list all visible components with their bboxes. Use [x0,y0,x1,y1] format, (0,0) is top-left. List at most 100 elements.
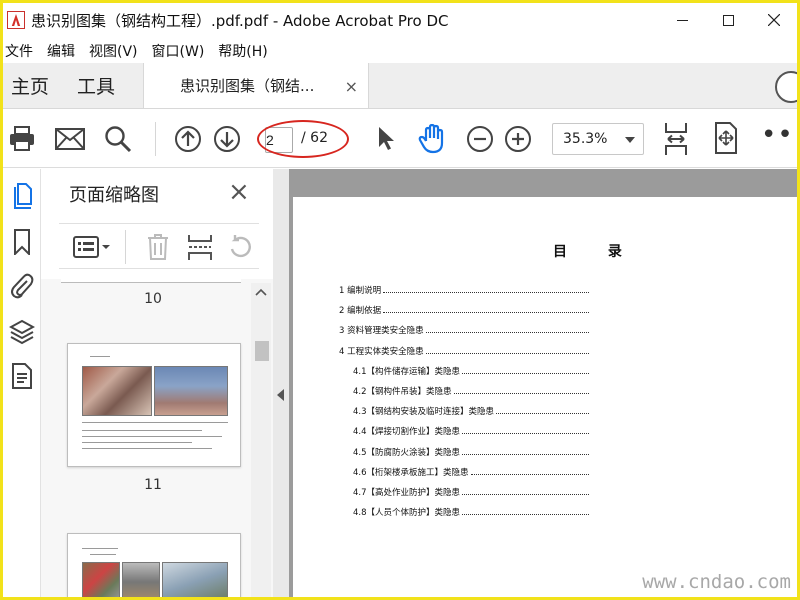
toc-leader-dots [383,286,589,293]
zoom-in-button[interactable] [503,124,533,154]
toc-entry[interactable]: 4.1【构件储存运输】类隐患 [353,365,589,377]
rotate-page-button[interactable] [225,232,255,262]
thumbnail-text-line [82,548,118,549]
toc-leader-dots [425,347,589,354]
fit-width-button[interactable] [661,122,691,156]
delete-page-button[interactable] [143,232,173,262]
toc-entry[interactable]: 4.5【防腐防火涂装】类隐患 [353,446,589,458]
thumbnails-scrollbar[interactable] [251,283,271,597]
maximize-icon [722,14,734,26]
thumbnail-toolbar [59,223,259,269]
watermark-text: www.cndao.com [642,571,791,593]
maximize-button[interactable] [705,3,751,37]
close-window-button[interactable] [751,3,797,37]
help-icon[interactable] [775,71,797,103]
thumbnail-options-button[interactable] [73,232,113,262]
find-button[interactable] [103,124,133,154]
menu-file[interactable]: 文件 [3,41,41,61]
bookmark-icon [14,229,30,255]
next-page-button[interactable] [212,124,242,154]
toc-leader-dots [383,306,589,314]
toc-title: 目 录 [553,244,640,260]
zoom-dropdown[interactable]: 35.3% [552,123,644,155]
toc-entry[interactable]: 4.4【焊接切割作业】类隐患 [353,425,589,437]
close-tab-button[interactable]: × [345,77,358,96]
toc-entry[interactable]: 4.6【桁架楼承板施工】类隐患 [353,466,589,478]
tab-document[interactable]: 患识别图集（钢结... × [143,63,370,108]
fit-page-icon [715,122,737,154]
attachments-button[interactable] [8,271,36,301]
toc-leader-dots [462,488,589,495]
layers-button[interactable] [8,317,36,347]
fit-width-icon [665,123,687,155]
thumbnail-photo [82,366,152,416]
toc-entry-label: 1 编制说明 [339,286,382,296]
mail-icon [55,128,85,150]
minimize-button[interactable] [659,3,705,37]
toc-entry-label: 4.8【人员个体防护】类隐患 [353,508,461,519]
toc-entry[interactable]: 4.8【人员个体防护】类隐患 [353,506,589,518]
more-tools-button[interactable]: ••• [761,120,797,150]
page-thumbnails-icon [14,183,32,209]
toc-entry[interactable]: 4.3【钢结构安装及临时连接】类隐患 [353,405,589,417]
thumbnail-photo [162,562,228,597]
close-panel-button[interactable]: × [228,177,250,207]
document-viewport[interactable]: 目 录 1 编制说明 2 编制依据 3 资料管理类安全隐患 4 工程实体类安全隐患 4.… [289,169,797,597]
thumbnail-text-line [90,554,116,555]
thumbnail-text-line [82,436,222,437]
menu-view[interactable]: 视图(V) [87,41,146,61]
scroll-up-arrow-icon[interactable] [251,285,271,299]
tab-tools[interactable]: 工具 [72,63,120,108]
page-extract-icon [188,235,212,260]
menu-help[interactable]: 帮助(H) [216,41,275,61]
zoom-out-button[interactable] [465,124,495,154]
panel-separator [125,230,126,264]
chevron-down-icon [625,137,635,143]
thumbnails-panel: 页面缩略图 × 10 11 [41,169,273,597]
zoom-in-icon [505,126,531,152]
zoom-value: 35.3% [563,131,608,147]
panel-title: 页面缩略图 [69,185,159,206]
thumbnails-list[interactable]: 10 11 [41,279,273,597]
toc-entry-label: 4 工程实体类安全隐患 [339,346,424,357]
toc-entry[interactable]: 3 资料管理类安全隐患 [339,324,589,336]
print-button[interactable] [7,124,37,154]
hand-tool-button[interactable] [417,124,447,154]
select-tool-button[interactable] [371,124,401,154]
thumbnail-page-10[interactable] [67,343,241,467]
menu-window[interactable]: 窗口(W) [150,41,213,61]
toc-leader-dots [425,326,589,334]
toc-entry[interactable]: 4.2【钢构件吊装】类隐患 [353,385,589,397]
fit-page-button[interactable] [711,122,741,154]
previous-page-button[interactable] [173,124,203,154]
panel-collapse-strip[interactable] [273,169,289,597]
thumbnail-text-line [82,430,202,431]
thumbnail-text-line [82,442,192,443]
window-controls [659,3,797,37]
thumbnail-text-line [90,356,110,357]
hand-tool-icon [418,124,444,154]
content-icon [12,363,32,389]
tab-home[interactable]: 主页 [6,63,54,108]
toc-entry[interactable]: 4.7【高处作业防护】类隐患 [353,486,589,498]
toc-entry-label: 4.6【桁架楼承板施工】类隐患 [353,467,469,478]
toc-entry[interactable]: 2 编制依据 [339,304,589,316]
extract-page-button[interactable] [185,232,215,262]
toolbar-separator [155,122,156,156]
page-thumbnails-button[interactable] [8,181,36,211]
rotate-icon [230,235,251,258]
menu-edit[interactable]: 编辑 [45,41,83,61]
thumbnail-page-11[interactable] [67,533,241,597]
thumbnail-photo [82,562,120,597]
attachment-icon [11,273,34,299]
print-icon [10,126,34,151]
content-button[interactable] [8,361,36,391]
email-button[interactable] [55,124,85,154]
acrobat-icon [7,11,25,29]
bookmarks-button[interactable] [8,227,36,257]
collapse-arrow-icon[interactable] [277,389,284,401]
scrollbar-thumb[interactable] [255,341,269,361]
toc-entry[interactable]: 1 编制说明 [339,284,589,296]
toc-entry[interactable]: 4 工程实体类安全隐患 [339,345,589,357]
toc-leader-dots [462,427,589,435]
